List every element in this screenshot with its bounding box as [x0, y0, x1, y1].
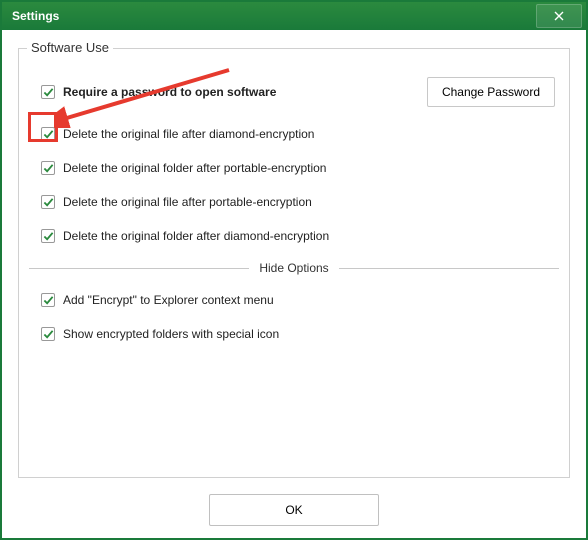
divider-line — [29, 268, 249, 269]
add-encrypt-context-checkbox[interactable] — [41, 293, 55, 307]
option-row-show-encrypted-icon: Show encrypted folders with special icon — [25, 317, 563, 351]
option-label: Delete the original folder after diamond… — [63, 229, 329, 243]
software-use-group: Software Use Require a password to open … — [18, 48, 570, 478]
option-row-delete-folder-diamond: Delete the original folder after diamond… — [25, 219, 563, 253]
option-label: Delete the original file after portable-… — [63, 195, 312, 209]
window-title: Settings — [12, 9, 59, 23]
change-password-button[interactable]: Change Password — [427, 77, 555, 107]
close-icon — [554, 11, 564, 21]
option-label: Show encrypted folders with special icon — [63, 327, 279, 341]
hide-options-divider: Hide Options — [29, 261, 559, 275]
require-password-checkbox[interactable] — [41, 85, 55, 99]
delete-folder-diamond-checkbox[interactable] — [41, 229, 55, 243]
group-legend: Software Use — [27, 40, 113, 55]
option-label: Add "Encrypt" to Explorer context menu — [63, 293, 274, 307]
hide-options-label: Hide Options — [259, 261, 328, 275]
ok-button[interactable]: OK — [209, 494, 379, 526]
option-row-delete-file-portable: Delete the original file after portable-… — [25, 185, 563, 219]
delete-folder-portable-checkbox[interactable] — [41, 161, 55, 175]
option-row-delete-folder-portable: Delete the original folder after portabl… — [25, 151, 563, 185]
require-password-label: Require a password to open software — [63, 85, 276, 99]
checkmark-icon — [43, 129, 54, 140]
option-row-delete-file-diamond: Delete the original file after diamond-e… — [25, 117, 563, 151]
option-label: Delete the original folder after portabl… — [63, 161, 326, 175]
checkmark-icon — [43, 87, 54, 98]
option-label: Delete the original file after diamond-e… — [63, 127, 314, 141]
checkmark-icon — [43, 295, 54, 306]
divider-line — [339, 268, 559, 269]
content-area: Software Use Require a password to open … — [2, 30, 586, 538]
option-row-require-password: Require a password to open software Chan… — [25, 67, 563, 117]
show-encrypted-icon-checkbox[interactable] — [41, 327, 55, 341]
checkmark-icon — [43, 197, 54, 208]
delete-file-diamond-checkbox[interactable] — [41, 127, 55, 141]
close-button[interactable] — [536, 4, 582, 28]
checkmark-icon — [43, 163, 54, 174]
titlebar: Settings — [2, 2, 586, 30]
checkmark-icon — [43, 329, 54, 340]
delete-file-portable-checkbox[interactable] — [41, 195, 55, 209]
footer: OK — [2, 494, 586, 526]
checkmark-icon — [43, 231, 54, 242]
option-row-add-encrypt-context: Add "Encrypt" to Explorer context menu — [25, 283, 563, 317]
